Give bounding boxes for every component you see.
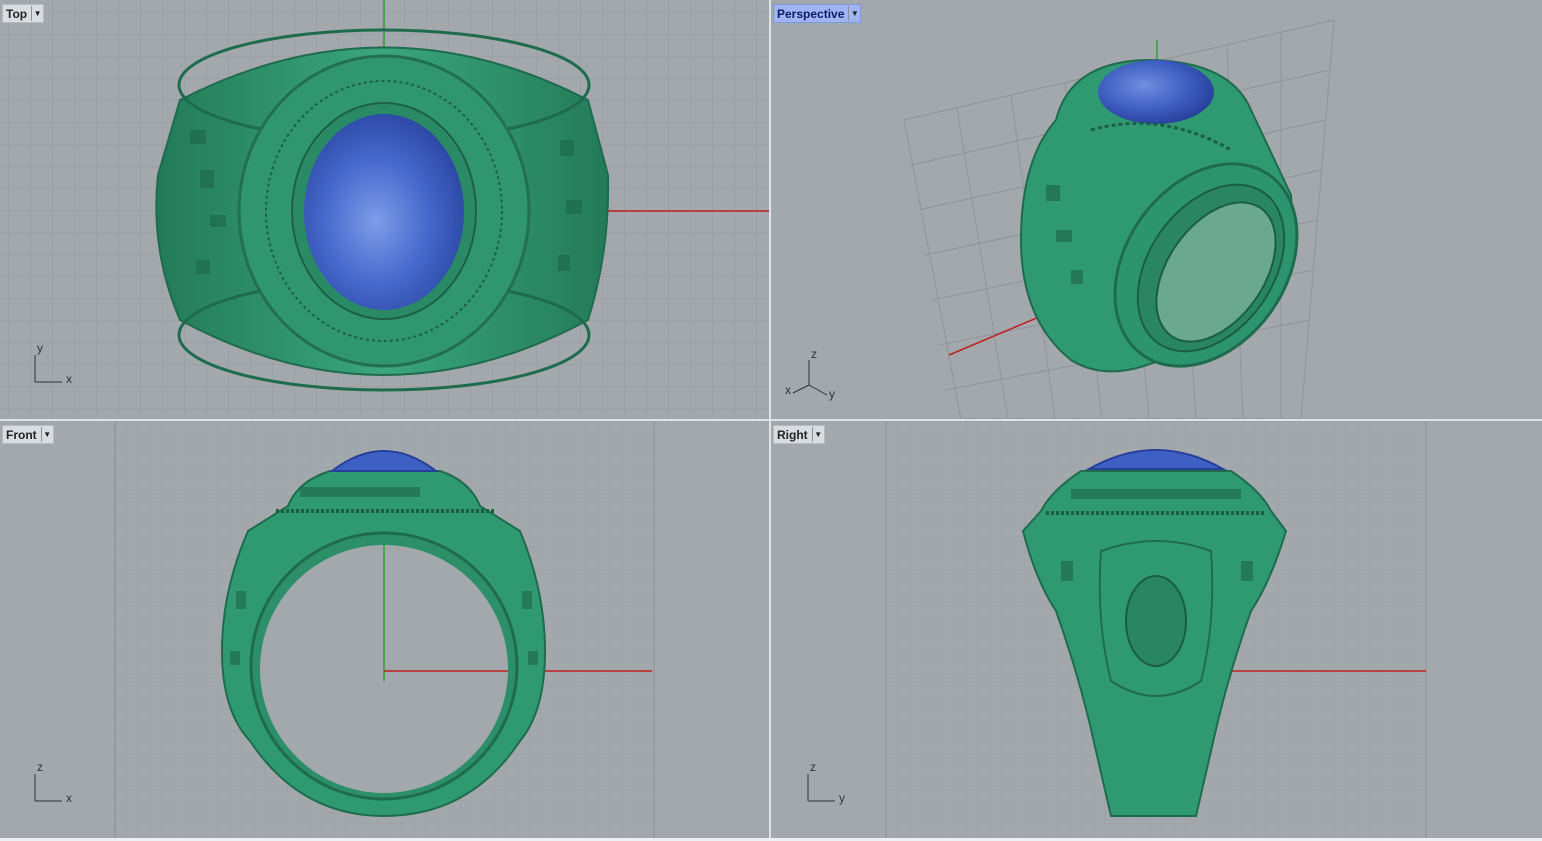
gem <box>304 114 464 310</box>
rhino-four-viewport-layout: Top ▼ y x Perspective ▼ z y x Front ▼ z … <box>0 0 1542 841</box>
viewport-top[interactable]: Top ▼ y x <box>0 0 769 419</box>
viewport-perspective-canvas[interactable]: z y x <box>771 0 1542 419</box>
mascot-engraving <box>1125 575 1187 667</box>
viewport-top-label[interactable]: Top ▼ <box>2 4 45 23</box>
ring-model[interactable] <box>155 28 610 392</box>
chevron-down-icon[interactable]: ▼ <box>848 6 860 21</box>
viewport-perspective-title: Perspective <box>777 6 845 21</box>
axis-z-label: z <box>811 347 817 361</box>
viewport-right[interactable]: Right ▼ z y <box>771 421 1542 838</box>
viewport-top-canvas[interactable]: y x <box>0 0 769 419</box>
axis-indicator: z y x <box>785 347 835 401</box>
ring-model[interactable] <box>1019 58 1335 401</box>
chevron-down-icon[interactable]: ▼ <box>811 427 824 442</box>
axis-y-label: y <box>829 387 835 401</box>
viewport-right-canvas[interactable]: z y <box>771 421 1542 838</box>
viewport-front-canvas[interactable]: z x <box>0 421 769 838</box>
axis-h-label: x <box>66 372 72 386</box>
viewport-perspective[interactable]: Perspective ▼ z y x <box>771 0 1542 419</box>
axis-h-label: x <box>66 791 72 805</box>
gem <box>1098 60 1214 124</box>
axis-h-label: y <box>839 791 845 805</box>
viewport-perspective-label[interactable]: Perspective ▼ <box>773 4 862 23</box>
axis-x-label: x <box>785 383 791 397</box>
chevron-down-icon[interactable]: ▼ <box>31 6 43 21</box>
viewport-right-title: Right <box>777 427 808 442</box>
axis-v-label: y <box>37 341 43 355</box>
viewport-right-label[interactable]: Right ▼ <box>773 425 825 444</box>
axis-v-label: z <box>37 760 43 774</box>
viewport-front-label[interactable]: Front ▼ <box>2 425 54 444</box>
viewport-front[interactable]: Front ▼ z x <box>0 421 769 838</box>
viewport-front-title: Front <box>6 427 37 442</box>
viewport-top-title: Top <box>6 6 28 21</box>
axis-v-label: z <box>810 760 816 774</box>
chevron-down-icon[interactable]: ▼ <box>40 427 53 442</box>
